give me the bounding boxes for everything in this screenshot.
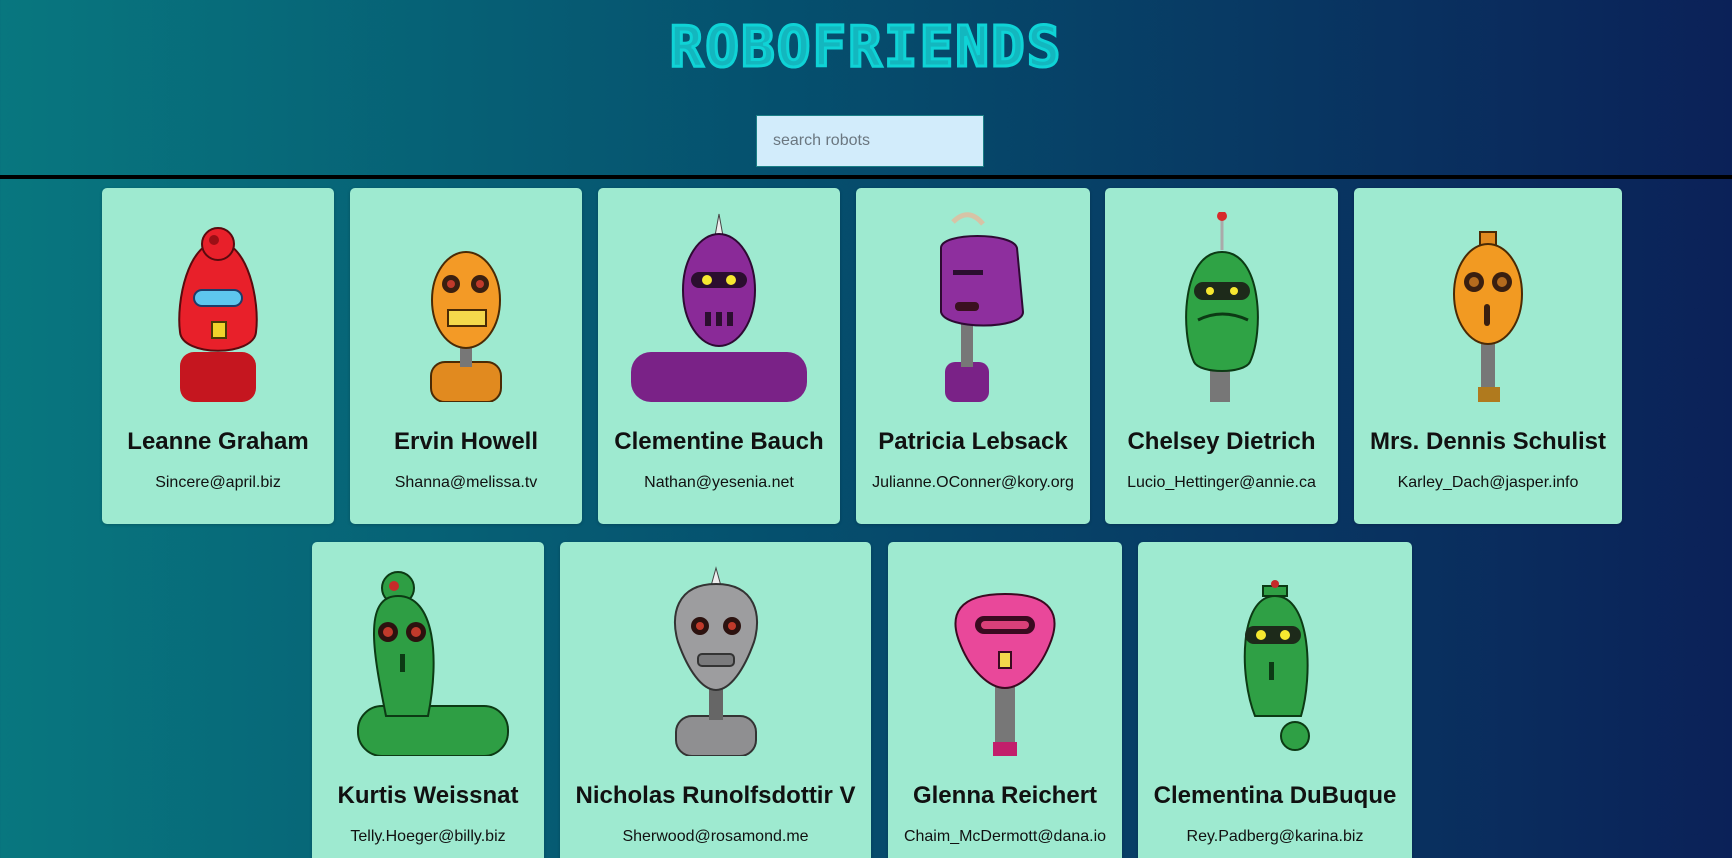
robot-avatar [102, 212, 334, 402]
robot-name: Kurtis Weissnat [337, 782, 519, 809]
robot-name: Patricia Lebsack [878, 428, 1068, 455]
header: ROBOFRIENDS [0, 0, 1732, 179]
app-logo-title: ROBOFRIENDS [668, 14, 1063, 81]
robot-avatar [856, 212, 1090, 402]
robot-image-icon [940, 212, 1025, 402]
robot-email: Sherwood@rosamond.me [622, 828, 809, 845]
robot-image-icon [430, 251, 502, 402]
robot-image-icon [954, 592, 1056, 756]
search-input[interactable] [756, 115, 984, 167]
robot-name: Chelsey Dietrich [1127, 428, 1316, 455]
robofriends-page: ROBOFRIENDS Leanne Graham Sincere@april.… [0, 0, 1732, 858]
robot-card[interactable]: Clementine Bauch Nathan@yesenia.net [598, 188, 840, 524]
robot-image-icon [1243, 580, 1310, 751]
robot-card[interactable]: Chelsey Dietrich Lucio_Hettinger@annie.c… [1105, 188, 1338, 524]
robot-avatar [1138, 566, 1412, 756]
robot-image-icon [631, 213, 807, 402]
robot-name: Leanne Graham [127, 428, 309, 455]
robot-avatar [598, 212, 840, 402]
robot-avatar [350, 212, 582, 402]
robot-avatar [312, 566, 544, 756]
robot-email: Chaim_McDermott@dana.io [903, 828, 1107, 845]
robot-name: Glenna Reichert [912, 782, 1098, 809]
robot-email: Shanna@melissa.tv [394, 474, 538, 491]
robot-card[interactable]: Patricia Lebsack Julianne.OConner@kory.o… [856, 188, 1090, 524]
robot-email: Telly.Hoeger@billy.biz [350, 828, 506, 845]
robot-email: Rey.Padberg@karina.biz [1186, 828, 1364, 845]
robot-card[interactable]: Mrs. Dennis Schulist Karley_Dach@jasper.… [1354, 188, 1622, 524]
robot-email: Lucio_Hettinger@annie.ca [1127, 474, 1316, 491]
robot-image-icon [1453, 231, 1523, 402]
robot-name: Ervin Howell [393, 428, 539, 455]
robot-card[interactable]: Ervin Howell Shanna@melissa.tv [350, 188, 582, 524]
robot-card[interactable]: Clementina DuBuque Rey.Padberg@karina.bi… [1138, 542, 1412, 858]
robot-image-icon [673, 566, 758, 756]
robot-avatar [1105, 212, 1338, 402]
robot-name: Clementine Bauch [614, 428, 824, 455]
search-box [756, 115, 984, 167]
robot-image-icon [1184, 212, 1259, 402]
header-divider [0, 175, 1732, 179]
robot-email: Nathan@yesenia.net [644, 474, 794, 491]
robot-name: Mrs. Dennis Schulist [1369, 428, 1607, 455]
robot-image-icon [357, 571, 509, 756]
robot-avatar [1354, 212, 1622, 402]
robot-email: Sincere@april.biz [155, 474, 281, 491]
robot-avatar [888, 566, 1122, 756]
robot-card[interactable]: Leanne Graham Sincere@april.biz [102, 188, 334, 524]
robot-email: Julianne.OConner@kory.org [872, 474, 1074, 491]
robot-card[interactable]: Nicholas Runolfsdottir V Sherwood@rosamo… [560, 542, 871, 858]
robot-card[interactable]: Kurtis Weissnat Telly.Hoeger@billy.biz [312, 542, 544, 858]
robot-card[interactable]: Glenna Reichert Chaim_McDermott@dana.io [888, 542, 1122, 858]
robot-avatar [560, 566, 871, 756]
robot-image-icon [178, 227, 258, 402]
robot-name: Nicholas Runolfsdottir V [575, 782, 856, 809]
robot-name: Clementina DuBuque [1153, 782, 1397, 809]
robot-email: Karley_Dach@jasper.info [1397, 474, 1579, 491]
